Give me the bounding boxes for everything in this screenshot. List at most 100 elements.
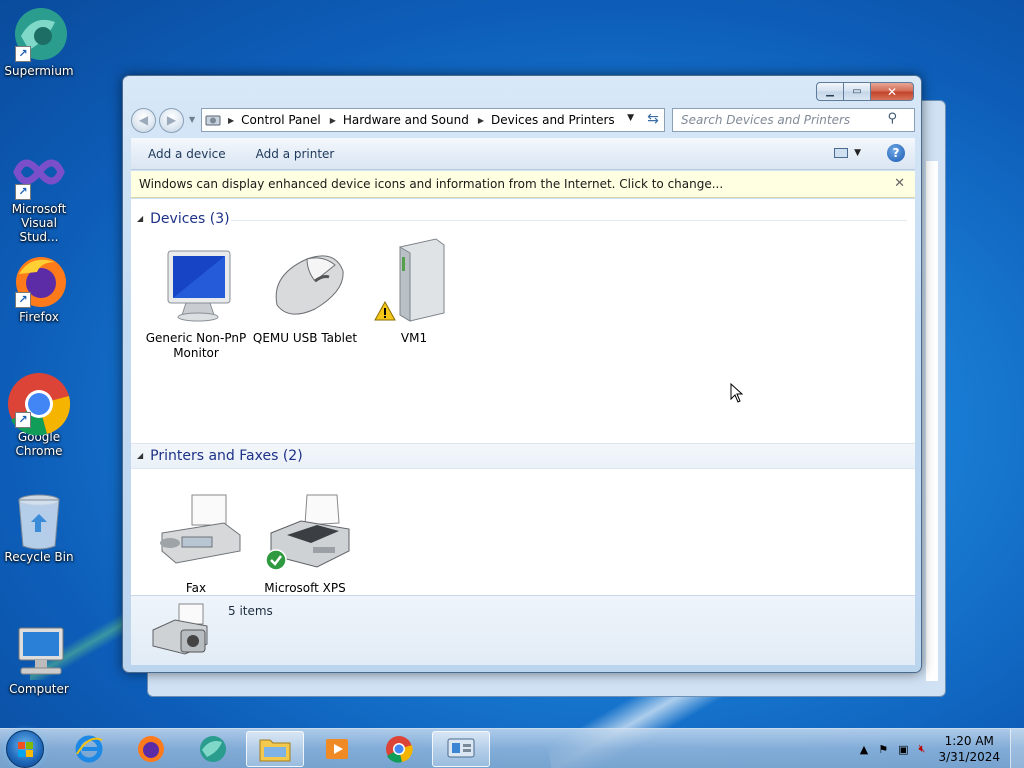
breadcrumb-separator-icon[interactable]: ▶ [478,116,484,125]
breadcrumb-devices-and-printers[interactable]: Devices and Printers [491,113,615,127]
device-label: Fax [185,581,207,595]
mouse-icon [257,235,353,331]
shortcut-arrow-icon: ↗ [15,184,31,200]
close-button[interactable]: ✕ [870,82,914,101]
show-hidden-icons-icon[interactable]: ▲ [860,743,868,756]
media-player-icon [326,739,348,759]
volume-muted-icon[interactable]: 🔇︎ [919,742,926,756]
recycle-bin-icon [11,492,67,550]
help-icon[interactable]: ? [887,144,905,162]
collapse-triangle-icon[interactable]: ◢ [137,214,143,223]
desktop-icon-firefox[interactable]: ↗ Firefox [2,252,76,324]
taskbar-firefox[interactable] [122,731,180,767]
taskbar-supermium[interactable] [184,731,242,767]
command-bar-right: ▼ ? [834,144,905,162]
desktop-icon-label: Microsoft Visual Stud... [11,202,67,244]
view-options-chevron-icon[interactable]: ▼ [854,148,861,158]
search-input[interactable]: Search Devices and Printers [672,108,915,132]
desktop-icon-recycle-bin[interactable]: Recycle Bin [2,492,76,564]
internet-explorer-icon [75,735,103,763]
clock-time: 1:20 AM [944,734,994,748]
computer-tower-icon [366,235,462,331]
device-label: QEMU USB Tablet [252,331,358,345]
maximize-button[interactable]: ▭ [843,82,871,101]
clock-date: 3/31/2024 [938,750,1000,764]
shortcut-arrow-icon: ↗ [15,46,31,62]
group-title: Printers and Faxes (2) [150,448,303,464]
recent-pages-dropdown[interactable]: ▼ [189,115,195,124]
device-item[interactable]: Microsoft XPS Document Writer [250,485,360,611]
devices-and-printers-window[interactable]: ▁ ▭ ✕ ◀ ▶ ▼ ▶ Control Panel ▶ Hardware a… [122,75,922,673]
desktop-icon-chrome[interactable]: ↗ Google Chrome [2,372,76,458]
minimize-button[interactable]: ▁ [816,82,844,101]
firefox-icon: ↗ [11,252,67,308]
taskbar-chrome[interactable] [370,731,428,767]
fax-icon [148,485,244,581]
default-printer-check-icon [265,549,287,571]
computer-icon [11,624,67,680]
desktop-icon-computer[interactable]: Computer [2,624,76,696]
device-item[interactable]: QEMU USB Tablet [250,235,360,346]
supermium-icon [200,736,226,762]
device-label: Generic Non-PnP Monitor [145,331,247,360]
taskbar-devices-and-printers[interactable] [432,731,490,767]
item-count: 5 items [228,604,273,618]
details-pane: 5 items [131,595,915,665]
breadcrumb-separator-icon[interactable]: ▶ [228,116,234,125]
shortcut-arrow-icon: ↗ [15,412,31,428]
group-header-printers-and-faxes[interactable]: ◢ Printers and Faxes (2) [131,443,915,469]
visual-studio-icon: ↗ [11,144,67,200]
breadcrumb-hardware-and-sound[interactable]: Hardware and Sound [343,113,469,127]
add-device-button[interactable]: Add a device [131,147,240,161]
device-item[interactable]: VM1 [359,235,469,346]
network-icon[interactable]: ▣ [898,743,908,756]
file-explorer-icon [259,739,291,762]
add-printer-button[interactable]: Add a printer [240,147,349,161]
collapse-triangle-icon[interactable]: ◢ [137,451,143,460]
group-header-devices[interactable]: ◢ Devices (3) [131,207,915,231]
group-divider [231,220,907,221]
taskbar-media-player[interactable] [308,731,366,767]
command-bar: Add a device Add a printer ▼ ? [131,138,915,170]
desktop-icon-supermium[interactable]: ↗ Supermium [2,6,76,78]
mouse-cursor-icon [730,383,744,403]
desktop-icon-label: Supermium [4,64,74,78]
device-item[interactable]: Fax [141,485,251,596]
chrome-icon [386,736,413,763]
chrome-icon: ↗ [8,372,71,436]
taskbar-file-explorer[interactable] [246,731,304,767]
information-bar[interactable]: Windows can display enhanced device icon… [131,171,915,198]
desktop-icon-visual-studio[interactable]: ↗ Microsoft Visual Stud... [2,144,76,244]
devices-list-view[interactable]: ◢ Devices (3) Generic Non-PnP Monitor QEM… [131,199,915,610]
warning-icon [374,301,396,321]
show-desktop-button[interactable] [1010,729,1024,768]
shortcut-arrow-icon: ↗ [15,292,31,308]
start-button[interactable] [6,730,44,768]
caption-buttons: ▁ ▭ ✕ [816,82,914,101]
breadcrumb-separator-icon[interactable]: ▶ [330,116,336,125]
control-panel-icon [202,109,224,131]
windows-logo-icon [18,742,33,757]
action-center-flag-icon[interactable]: ⚑ [878,743,888,756]
forward-button[interactable]: ▶ [159,108,184,133]
taskbar-internet-explorer[interactable] [60,731,118,767]
address-bar[interactable]: ▶ Control Panel ▶ Hardware and Sound ▶ D… [201,108,665,132]
clock[interactable]: 1:20 AM 3/31/2024 [938,733,1000,765]
back-button[interactable]: ◀ [131,108,156,133]
device-label: VM1 [400,331,428,345]
desktop-icon-label: Firefox [19,310,59,324]
breadcrumb-control-panel[interactable]: Control Panel [241,113,321,127]
background-window-edge [926,161,938,681]
address-history-chevron-icon[interactable]: ▼ [627,113,634,123]
desktop-icon-label: Computer [9,682,69,696]
search-icon[interactable]: ⚲ [887,111,897,126]
device-item[interactable]: Generic Non-PnP Monitor [141,235,251,361]
taskbar: ▲ ⚑ ▣ 🔇︎ 1:20 AM 3/31/2024 [0,728,1024,768]
information-bar-text[interactable]: Windows can display enhanced device icon… [139,177,723,191]
supermium-icon: ↗ [11,6,67,62]
refresh-icon[interactable]: ⇆ [641,107,665,131]
devices-printers-icon [447,738,475,758]
information-bar-close-icon[interactable]: ✕ [894,176,905,191]
desktop-icon-label: Recycle Bin [4,550,74,564]
change-view-icon[interactable] [834,148,849,158]
